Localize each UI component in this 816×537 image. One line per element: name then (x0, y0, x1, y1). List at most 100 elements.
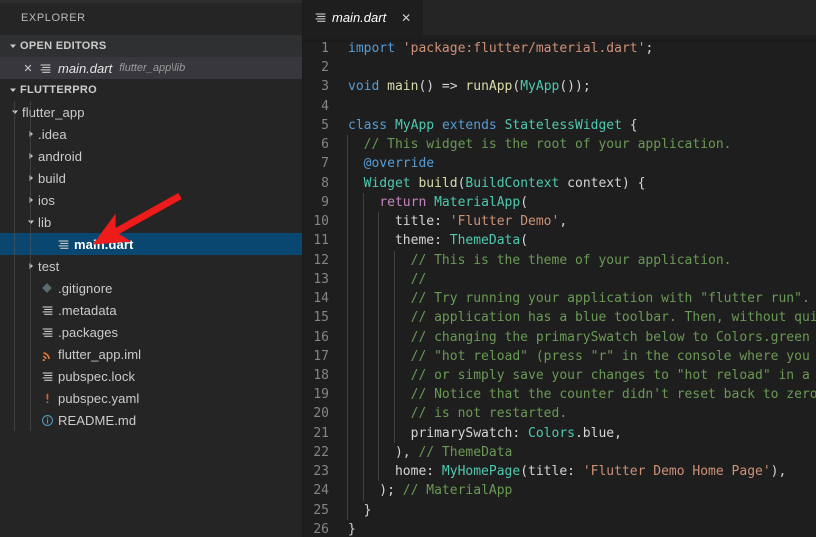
code-text[interactable]: // or simply save your changes to "hot r… (347, 365, 816, 386)
code-text[interactable]: // application has a blue toolbar. Then,… (347, 308, 816, 328)
file-tree: flutter_app .idea android build ios lib main.d… (0, 101, 303, 431)
vscode-window: EXPLORER OPEN EDITORS ✕ main.dart flutte… (0, 0, 816, 537)
code-text[interactable]: // Try running your application with "fl… (347, 289, 816, 309)
chevron-right-icon[interactable] (24, 129, 38, 139)
editor-indent-guide (347, 442, 348, 463)
tree-item--gitignore[interactable]: .gitignore (0, 277, 303, 299)
tree-item-label: .gitignore (58, 280, 113, 296)
code-token: // Notice that the counter didn't reset … (410, 387, 816, 403)
code-token: { (621, 117, 638, 133)
code-token: (title: (520, 464, 583, 480)
line-number: 21 (313, 425, 329, 441)
open-editor-filename: main.dart (58, 60, 113, 76)
editor-indent-guide (378, 250, 380, 270)
chevron-right-icon[interactable] (24, 195, 38, 205)
tree-item--metadata[interactable]: .metadata (0, 299, 303, 321)
code-text[interactable]: home: MyHomePage(title: 'Flutter Demo Ho… (347, 462, 816, 482)
code-text[interactable] (347, 97, 816, 116)
tree-item-pubspec-yaml[interactable]: pubspec.yaml (0, 387, 303, 409)
code-text[interactable]: ), // ThemeData (347, 442, 816, 463)
code-text[interactable]: class MyApp extends StatelessWidget { (347, 116, 816, 135)
code-token: MyHomePage (441, 464, 521, 480)
tree-item-flutter-app[interactable]: flutter_app (0, 101, 303, 123)
editor-indent-guide (378, 442, 380, 463)
code-text[interactable]: } (347, 520, 816, 537)
code-text[interactable]: import 'package:flutter/material.dart'; (347, 39, 816, 58)
chevron-down-icon (6, 83, 20, 97)
section-open-editors[interactable]: OPEN EDITORS (0, 35, 303, 57)
tree-item-readme-md[interactable]: README.md (0, 409, 303, 431)
chevron-right-icon[interactable] (24, 173, 38, 183)
code-text[interactable]: primarySwatch: Colors.blue, (347, 423, 816, 443)
chevron-right-icon[interactable] (24, 261, 38, 271)
editor-indent-guide (362, 462, 364, 482)
open-editor-item-main-dart[interactable]: ✕ main.dart flutter_app\lib (0, 57, 303, 79)
tree-item-build[interactable]: build (0, 167, 303, 189)
code-line: 13 // (303, 269, 816, 290)
close-icon[interactable]: ✕ (399, 11, 413, 25)
tree-item-main-dart[interactable]: main.dart (0, 233, 303, 255)
tree-item-test[interactable]: test (0, 255, 303, 277)
code-text[interactable]: return MaterialApp( (347, 192, 816, 213)
code-text[interactable]: // Notice that the counter didn't reset … (347, 385, 816, 405)
editor-indent-guide (362, 385, 364, 405)
code-viewport[interactable]: 1 import 'package:flutter/material.dart';… (303, 39, 816, 537)
code-token: // or simply save your changes to "hot r… (410, 367, 810, 383)
line-number: 26 (313, 521, 329, 537)
chevron-right-icon[interactable] (24, 151, 38, 161)
code-text[interactable]: } (347, 500, 816, 520)
code-token: import (348, 41, 395, 56)
code-text[interactable]: title: 'Flutter Demo', (347, 212, 816, 232)
chevron-down-icon[interactable] (24, 217, 38, 227)
code-text[interactable]: void main() => runApp(MyApp()); (347, 77, 816, 96)
code-token: ( (520, 194, 529, 210)
chevron-down-icon[interactable] (8, 107, 22, 117)
close-icon[interactable]: ✕ (20, 62, 36, 75)
editor-indent-guide (362, 327, 364, 347)
code-token: 'package:flutter/material.dart' (402, 41, 646, 56)
editor-indent-guide (378, 289, 380, 309)
line-number: 18 (313, 367, 329, 383)
tree-item-flutter-app-iml[interactable]: flutter_app.iml (0, 343, 303, 365)
tree-item-label: ios (38, 192, 55, 208)
line-number: 19 (313, 387, 329, 403)
code-text[interactable]: // (347, 269, 816, 290)
code-token: // is not restarted. (348, 406, 568, 422)
editor-indent-guide (362, 365, 364, 386)
code-text[interactable] (347, 58, 816, 77)
tree-item-ios[interactable]: ios (0, 189, 303, 211)
section-workspace-flutterpro[interactable]: FLUTTERPRO (0, 79, 303, 101)
tree-item-pubspec-lock[interactable]: pubspec.lock (0, 365, 303, 387)
code-text[interactable]: // "hot reload" (press "r" in the consol… (347, 346, 816, 366)
editor-indent-guide (347, 231, 348, 251)
line-number: 1 (321, 41, 329, 56)
tree-item-android[interactable]: android (0, 145, 303, 167)
code-token: main (387, 79, 419, 95)
tab-main-dart[interactable]: main.dart ✕ (303, 0, 425, 35)
code-text[interactable]: // is not restarted. (347, 404, 816, 424)
code-text[interactable]: // This widget is the root of your appli… (347, 135, 816, 155)
code-text[interactable]: theme: ThemeData( (347, 231, 816, 251)
editor-indent-guide (347, 365, 348, 386)
tree-item-label: android (38, 148, 83, 164)
code-token: Colors (528, 425, 575, 441)
code-text[interactable]: // This is the theme of your application… (347, 250, 816, 270)
editor-indent-guide (393, 269, 395, 290)
code-text[interactable]: // changing the primarySwatch below to C… (347, 327, 816, 347)
editor-indent-guide (362, 346, 364, 366)
tree-item--packages[interactable]: .packages (0, 321, 303, 343)
code-text[interactable]: Widget build(BuildContext context) { (347, 173, 816, 193)
tree-item--idea[interactable]: .idea (0, 123, 303, 145)
tree-item-lib[interactable]: lib (0, 211, 303, 233)
code-token: runApp (465, 79, 513, 95)
code-token: 'Flutter Demo' (449, 214, 560, 230)
code-line: 2 (303, 58, 816, 77)
code-text[interactable]: @override (347, 154, 816, 174)
code-text[interactable]: ); // MaterialApp (347, 481, 816, 501)
code-token: () => (418, 79, 466, 95)
code-line: 6 // This widget is the root of your app… (303, 135, 816, 155)
tree-item-label: .metadata (58, 302, 117, 318)
